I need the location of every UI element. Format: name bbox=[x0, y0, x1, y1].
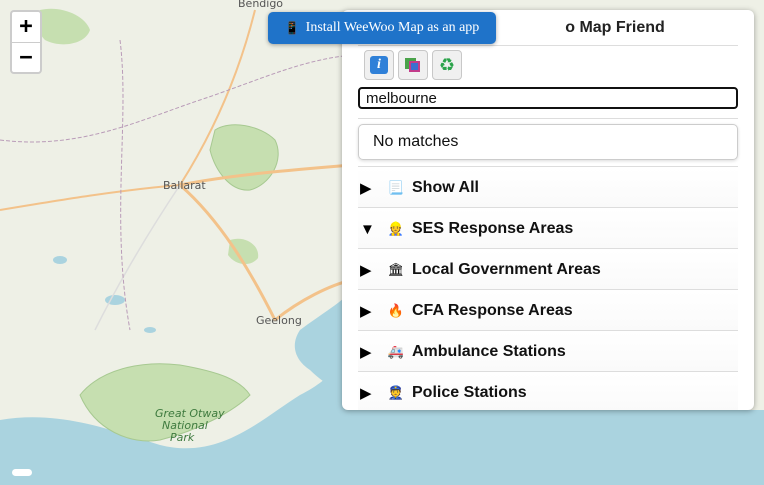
layers-button[interactable] bbox=[398, 50, 428, 80]
zoom-control: + − bbox=[10, 10, 42, 74]
lake bbox=[53, 256, 67, 264]
category-label: Local Government Areas bbox=[412, 261, 601, 278]
expand-arrow-icon: ▶ bbox=[360, 303, 372, 320]
lake bbox=[144, 327, 156, 333]
sea-east bbox=[352, 410, 764, 485]
layers-icon bbox=[405, 58, 420, 72]
divider bbox=[358, 45, 738, 46]
expand-arrow-icon: ▶ bbox=[360, 262, 372, 279]
worker-icon: 👷 bbox=[387, 221, 405, 236]
map-label-geelong: Geelong bbox=[256, 314, 302, 327]
police-icon: 👮 bbox=[387, 385, 405, 400]
category-label: SES Response Areas bbox=[412, 220, 574, 237]
divider bbox=[358, 248, 738, 249]
install-app-label: Install WeeWoo Map as an app bbox=[305, 20, 480, 35]
ambulance-icon: 🚑 bbox=[387, 344, 405, 359]
divider bbox=[358, 371, 738, 372]
recycle-icon: ♻ bbox=[438, 55, 456, 75]
document-icon: 📃 bbox=[387, 180, 405, 195]
category-ambulance-stations[interactable]: ▶ 🚑 Ambulance Stations bbox=[358, 332, 738, 372]
expand-arrow-icon: ▶ bbox=[360, 180, 372, 197]
building-icon: 🏛 bbox=[387, 262, 405, 277]
toolbar: i ♻ bbox=[364, 50, 462, 80]
collapse-arrow-icon: ▼ bbox=[360, 220, 375, 238]
no-matches-text: No matches bbox=[373, 133, 459, 150]
divider bbox=[358, 118, 738, 119]
zoom-in-button[interactable]: + bbox=[12, 12, 40, 43]
reset-button[interactable]: ♻ bbox=[432, 50, 462, 80]
map-label-ballarat: Ballarat bbox=[163, 179, 206, 192]
expand-arrow-icon: ▶ bbox=[360, 385, 372, 402]
info-button[interactable]: i bbox=[364, 50, 394, 80]
divider bbox=[358, 330, 738, 331]
divider bbox=[358, 289, 738, 290]
category-police-stations[interactable]: ▶ 👮 Police Stations bbox=[358, 373, 738, 410]
category-show-all[interactable]: ▶ 📃 Show All bbox=[358, 168, 738, 208]
category-local-government-areas[interactable]: ▶ 🏛 Local Government Areas bbox=[358, 250, 738, 290]
zoom-out-button[interactable]: − bbox=[12, 43, 40, 72]
layers-panel: o Map Friend i ♻ No matches ▶ 📃 Show All… bbox=[342, 10, 754, 410]
info-icon: i bbox=[370, 56, 388, 74]
phone-icon: 📱 bbox=[284, 20, 300, 35]
expand-arrow-icon: ▶ bbox=[360, 344, 372, 361]
divider bbox=[358, 207, 738, 208]
category-label: CFA Response Areas bbox=[412, 302, 573, 319]
attribution-toggle[interactable] bbox=[12, 469, 32, 476]
search-input[interactable] bbox=[358, 87, 738, 109]
category-label: Police Stations bbox=[412, 384, 527, 401]
map-label-bendigo: Bendigo bbox=[238, 0, 283, 10]
category-label: Ambulance Stations bbox=[412, 343, 566, 360]
category-cfa-response-areas[interactable]: ▶ 🔥 CFA Response Areas bbox=[358, 291, 738, 331]
install-app-button[interactable]: 📱 Install WeeWoo Map as an app bbox=[268, 12, 496, 44]
fire-icon: 🔥 bbox=[387, 303, 405, 318]
map-label-otway-3: Park bbox=[170, 431, 195, 444]
no-matches-box: No matches bbox=[358, 124, 738, 160]
divider bbox=[358, 166, 738, 167]
category-label: Show All bbox=[412, 179, 479, 196]
category-ses-response-areas[interactable]: ▼ 👷 SES Response Areas bbox=[358, 209, 738, 249]
